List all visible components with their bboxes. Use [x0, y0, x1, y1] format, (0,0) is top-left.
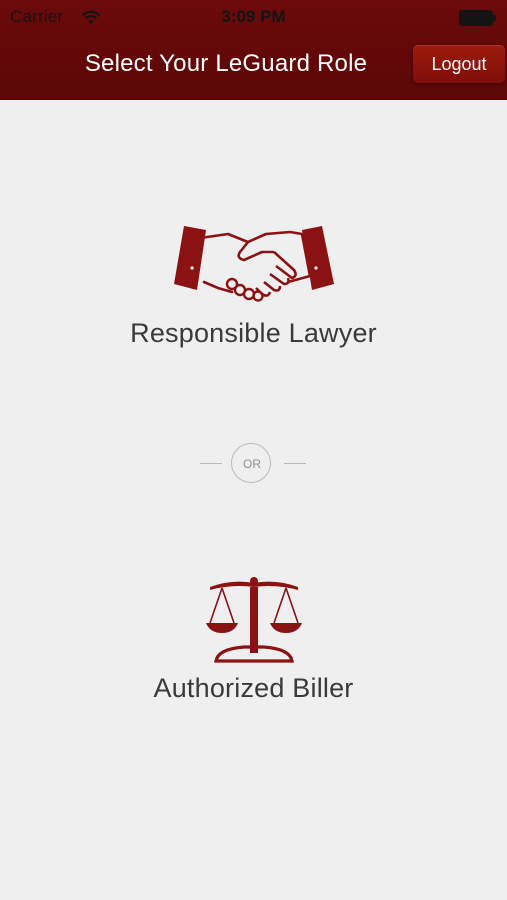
- logout-button[interactable]: Logout: [413, 45, 505, 83]
- page-title: Select Your LeGuard Role: [84, 50, 368, 77]
- or-divider: OR: [200, 443, 306, 485]
- status-bar: Carrier 3:09 PM: [0, 0, 507, 36]
- status-time: 3:09 PM: [221, 7, 286, 26]
- divider-line-left: [200, 463, 222, 464]
- responsible-lawyer-label: Responsible Lawyer: [130, 318, 377, 348]
- scales-icon: [205, 577, 302, 663]
- handshake-icon: [173, 226, 334, 302]
- role-selection-screen: Carrier 3:09 PM Select Your LeGuard Role…: [0, 0, 507, 900]
- top-bar: Carrier 3:09 PM Select Your LeGuard Role…: [0, 0, 507, 100]
- divider-line-right: [284, 463, 306, 464]
- battery-icon: [459, 10, 496, 26]
- responsible-lawyer-option[interactable]: Responsible Lawyer: [100, 222, 407, 357]
- authorized-biller-label: Authorized Biller: [153, 673, 354, 703]
- or-label: OR: [243, 457, 261, 471]
- authorized-biller-option[interactable]: Authorized Biller: [100, 575, 407, 715]
